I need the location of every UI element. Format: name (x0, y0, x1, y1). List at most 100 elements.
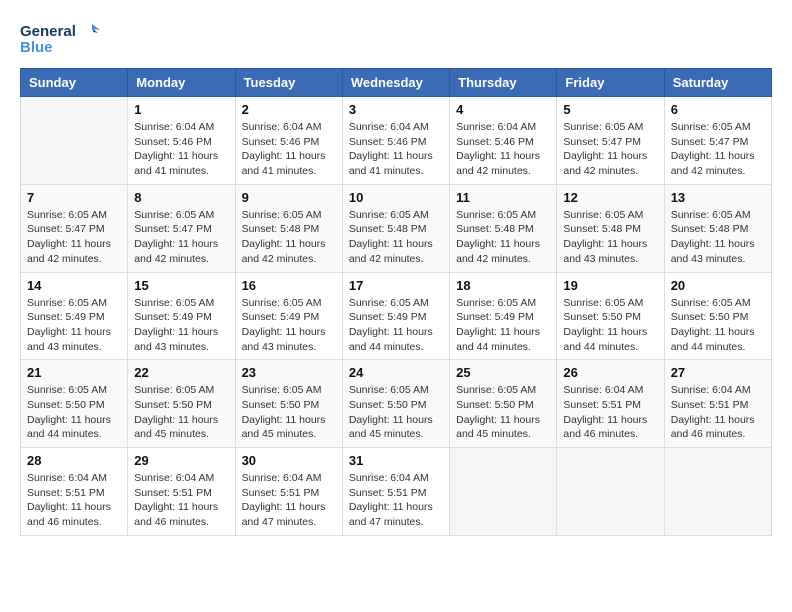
calendar-cell: 3Sunrise: 6:04 AM Sunset: 5:46 PM Daylig… (342, 97, 449, 185)
day-info: Sunrise: 6:05 AM Sunset: 5:48 PM Dayligh… (563, 208, 657, 267)
calendar-cell: 27 Sunrise: 6:04 AM Sunset: 5:51 PM Dayli… (664, 360, 771, 448)
calendar-table: SundayMondayTuesdayWednesdayThursdayFrid… (20, 68, 772, 536)
day-number: 10 (349, 190, 443, 205)
calendar-cell: 20Sunrise: 6:05 AM Sunset: 5:50 PM Dayli… (664, 272, 771, 360)
day-info: Sunrise: 6:05 AM Sunset: 5:48 PM Dayligh… (349, 208, 443, 267)
header-sunday: Sunday (21, 69, 128, 97)
day-info: Sunrise: 6:05 AM Sunset: 5:49 PM Dayligh… (349, 296, 443, 355)
day-number: 24 (349, 365, 443, 380)
calendar-cell: 7Sunrise: 6:05 AM Sunset: 5:47 PM Daylig… (21, 184, 128, 272)
day-number: 21 (27, 365, 121, 380)
calendar-cell: 17 Sunrise: 6:05 AM Sunset: 5:49 PM Dayli… (342, 272, 449, 360)
day-info: Sunrise: 6:05 AM Sunset: 5:50 PM Dayligh… (27, 383, 121, 442)
svg-text:General: General (20, 23, 76, 40)
day-number: 17 (349, 278, 443, 293)
day-number: 11 (456, 190, 550, 205)
day-info: Sunrise: 6:05 AM Sunset: 5:49 PM Dayligh… (456, 296, 550, 355)
day-number: 13 (671, 190, 765, 205)
day-number: 12 (563, 190, 657, 205)
day-number: 3 (349, 102, 443, 117)
logo: General Blue (20, 20, 100, 58)
day-number: 29 (134, 453, 228, 468)
page-header: General Blue (20, 20, 772, 58)
day-info: Sunrise: 6:04 AM Sunset: 5:51 PM Dayligh… (27, 471, 121, 530)
calendar-cell: 28 Sunrise: 6:04 AM Sunset: 5:51 PM Dayli… (21, 448, 128, 536)
calendar-cell: 19 Sunrise: 6:05 AM Sunset: 5:50 PM Dayli… (557, 272, 664, 360)
calendar-cell (21, 97, 128, 185)
calendar-header: SundayMondayTuesdayWednesdayThursdayFrid… (21, 69, 772, 97)
day-info: Sunrise: 6:04 AM Sunset: 5:51 PM Dayligh… (134, 471, 228, 530)
day-info: Sunrise: 6:04 AM Sunset: 5:46 PM Dayligh… (242, 120, 336, 179)
calendar-cell: 13 Sunrise: 6:05 AM Sunset: 5:48 PM Dayli… (664, 184, 771, 272)
day-info: Sunrise: 6:05 AM Sunset: 5:48 PM Dayligh… (671, 208, 765, 267)
day-number: 8 (134, 190, 228, 205)
day-number: 2 (242, 102, 336, 117)
day-info: Sunrise: 6:04 AM Sunset: 5:51 PM Dayligh… (671, 383, 765, 442)
calendar-cell: 25 Sunrise: 6:05 AM Sunset: 5:50 PM Dayli… (450, 360, 557, 448)
header-row: SundayMondayTuesdayWednesdayThursdayFrid… (21, 69, 772, 97)
week-row-1: 7Sunrise: 6:05 AM Sunset: 5:47 PM Daylig… (21, 184, 772, 272)
calendar-cell: 6 Sunrise: 6:05 AM Sunset: 5:47 PM Daylig… (664, 97, 771, 185)
day-number: 31 (349, 453, 443, 468)
day-number: 5 (563, 102, 657, 117)
day-info: Sunrise: 6:04 AM Sunset: 5:51 PM Dayligh… (242, 471, 336, 530)
calendar-cell: 31 Sunrise: 6:04 AM Sunset: 5:51 PM Dayli… (342, 448, 449, 536)
logo-icon: General Blue (20, 20, 100, 58)
day-info: Sunrise: 6:04 AM Sunset: 5:51 PM Dayligh… (349, 471, 443, 530)
day-number: 28 (27, 453, 121, 468)
calendar-cell (450, 448, 557, 536)
calendar-cell: 11 Sunrise: 6:05 AM Sunset: 5:48 PM Dayli… (450, 184, 557, 272)
day-number: 30 (242, 453, 336, 468)
day-info: Sunrise: 6:05 AM Sunset: 5:49 PM Dayligh… (242, 296, 336, 355)
calendar-cell: 10 Sunrise: 6:05 AM Sunset: 5:48 PM Dayli… (342, 184, 449, 272)
calendar-cell: 18 Sunrise: 6:05 AM Sunset: 5:49 PM Dayli… (450, 272, 557, 360)
week-row-0: 1 Sunrise: 6:04 AM Sunset: 5:46 PM Daylig… (21, 97, 772, 185)
calendar-cell: 8Sunrise: 6:05 AM Sunset: 5:47 PM Daylig… (128, 184, 235, 272)
day-info: Sunrise: 6:05 AM Sunset: 5:50 PM Dayligh… (349, 383, 443, 442)
header-monday: Monday (128, 69, 235, 97)
day-info: Sunrise: 6:05 AM Sunset: 5:48 PM Dayligh… (242, 208, 336, 267)
week-row-2: 14Sunrise: 6:05 AM Sunset: 5:49 PM Dayli… (21, 272, 772, 360)
calendar-cell: 1 Sunrise: 6:04 AM Sunset: 5:46 PM Daylig… (128, 97, 235, 185)
week-row-4: 28 Sunrise: 6:04 AM Sunset: 5:51 PM Dayli… (21, 448, 772, 536)
day-info: Sunrise: 6:05 AM Sunset: 5:50 PM Dayligh… (456, 383, 550, 442)
day-number: 16 (242, 278, 336, 293)
day-info: Sunrise: 6:05 AM Sunset: 5:50 PM Dayligh… (134, 383, 228, 442)
day-number: 1 (134, 102, 228, 117)
day-number: 6 (671, 102, 765, 117)
day-info: Sunrise: 6:05 AM Sunset: 5:49 PM Dayligh… (27, 296, 121, 355)
day-number: 19 (563, 278, 657, 293)
calendar-cell (664, 448, 771, 536)
day-info: Sunrise: 6:04 AM Sunset: 5:46 PM Dayligh… (134, 120, 228, 179)
day-number: 7 (27, 190, 121, 205)
day-info: Sunrise: 6:05 AM Sunset: 5:48 PM Dayligh… (456, 208, 550, 267)
day-number: 4 (456, 102, 550, 117)
calendar-body: 1 Sunrise: 6:04 AM Sunset: 5:46 PM Daylig… (21, 97, 772, 536)
day-number: 18 (456, 278, 550, 293)
header-wednesday: Wednesday (342, 69, 449, 97)
day-info: Sunrise: 6:05 AM Sunset: 5:50 PM Dayligh… (242, 383, 336, 442)
calendar-cell: 9 Sunrise: 6:05 AM Sunset: 5:48 PM Daylig… (235, 184, 342, 272)
day-info: Sunrise: 6:05 AM Sunset: 5:50 PM Dayligh… (563, 296, 657, 355)
day-number: 9 (242, 190, 336, 205)
day-info: Sunrise: 6:04 AM Sunset: 5:46 PM Dayligh… (456, 120, 550, 179)
day-number: 15 (134, 278, 228, 293)
calendar-cell: 16 Sunrise: 6:05 AM Sunset: 5:49 PM Dayli… (235, 272, 342, 360)
day-number: 27 (671, 365, 765, 380)
calendar-cell: 22 Sunrise: 6:05 AM Sunset: 5:50 PM Dayli… (128, 360, 235, 448)
day-number: 23 (242, 365, 336, 380)
calendar-cell: 24 Sunrise: 6:05 AM Sunset: 5:50 PM Dayli… (342, 360, 449, 448)
day-info: Sunrise: 6:05 AM Sunset: 5:49 PM Dayligh… (134, 296, 228, 355)
day-number: 22 (134, 365, 228, 380)
header-friday: Friday (557, 69, 664, 97)
calendar-cell: 30 Sunrise: 6:04 AM Sunset: 5:51 PM Dayli… (235, 448, 342, 536)
day-info: Sunrise: 6:05 AM Sunset: 5:47 PM Dayligh… (671, 120, 765, 179)
calendar-cell: 29 Sunrise: 6:04 AM Sunset: 5:51 PM Dayli… (128, 448, 235, 536)
day-info: Sunrise: 6:05 AM Sunset: 5:50 PM Dayligh… (671, 296, 765, 355)
header-thursday: Thursday (450, 69, 557, 97)
day-info: Sunrise: 6:05 AM Sunset: 5:47 PM Dayligh… (563, 120, 657, 179)
week-row-3: 21 Sunrise: 6:05 AM Sunset: 5:50 PM Dayli… (21, 360, 772, 448)
day-number: 25 (456, 365, 550, 380)
calendar-cell: 21 Sunrise: 6:05 AM Sunset: 5:50 PM Dayli… (21, 360, 128, 448)
calendar-cell: 5 Sunrise: 6:05 AM Sunset: 5:47 PM Daylig… (557, 97, 664, 185)
